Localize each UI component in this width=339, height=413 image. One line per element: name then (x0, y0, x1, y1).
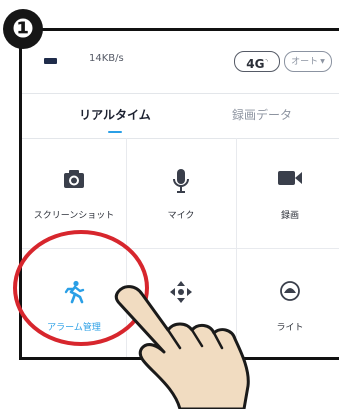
microphone-icon (129, 168, 233, 193)
microphone-label: マイク (167, 211, 195, 221)
quality-dropdown[interactable]: オート ▼ (284, 51, 332, 72)
tab-realtime-label: リアルタイム (79, 108, 151, 122)
microphone-button[interactable]: マイク (129, 138, 233, 250)
view-tabs: リアルタイム 録画データ (22, 93, 339, 139)
active-tab-indicator (108, 131, 122, 133)
tab-recording-data[interactable]: 録画データ (202, 94, 322, 138)
pointing-hand-icon (110, 282, 280, 413)
camera-icon (22, 168, 126, 192)
signal-icon: ◝ (265, 58, 268, 65)
chevron-down-icon: ▼ (320, 58, 325, 65)
quality-label: オート (291, 57, 319, 67)
network-type-label: 4G (246, 57, 265, 71)
tab-recording-data-label: 録画データ (231, 108, 292, 122)
screenshot-label: スクリーンショット (33, 211, 115, 221)
step-number-badge: ❶ (3, 9, 43, 49)
record-button[interactable]: 録画 (238, 138, 339, 250)
network-speed: 14KB/s (89, 53, 124, 64)
video-camera-icon (238, 168, 339, 192)
status-bar: 14KB/s 4G◝ オート ▼ (22, 31, 339, 81)
network-type-badge: 4G◝ (234, 51, 280, 72)
battery-icon (44, 58, 57, 64)
record-label: 録画 (280, 211, 299, 221)
